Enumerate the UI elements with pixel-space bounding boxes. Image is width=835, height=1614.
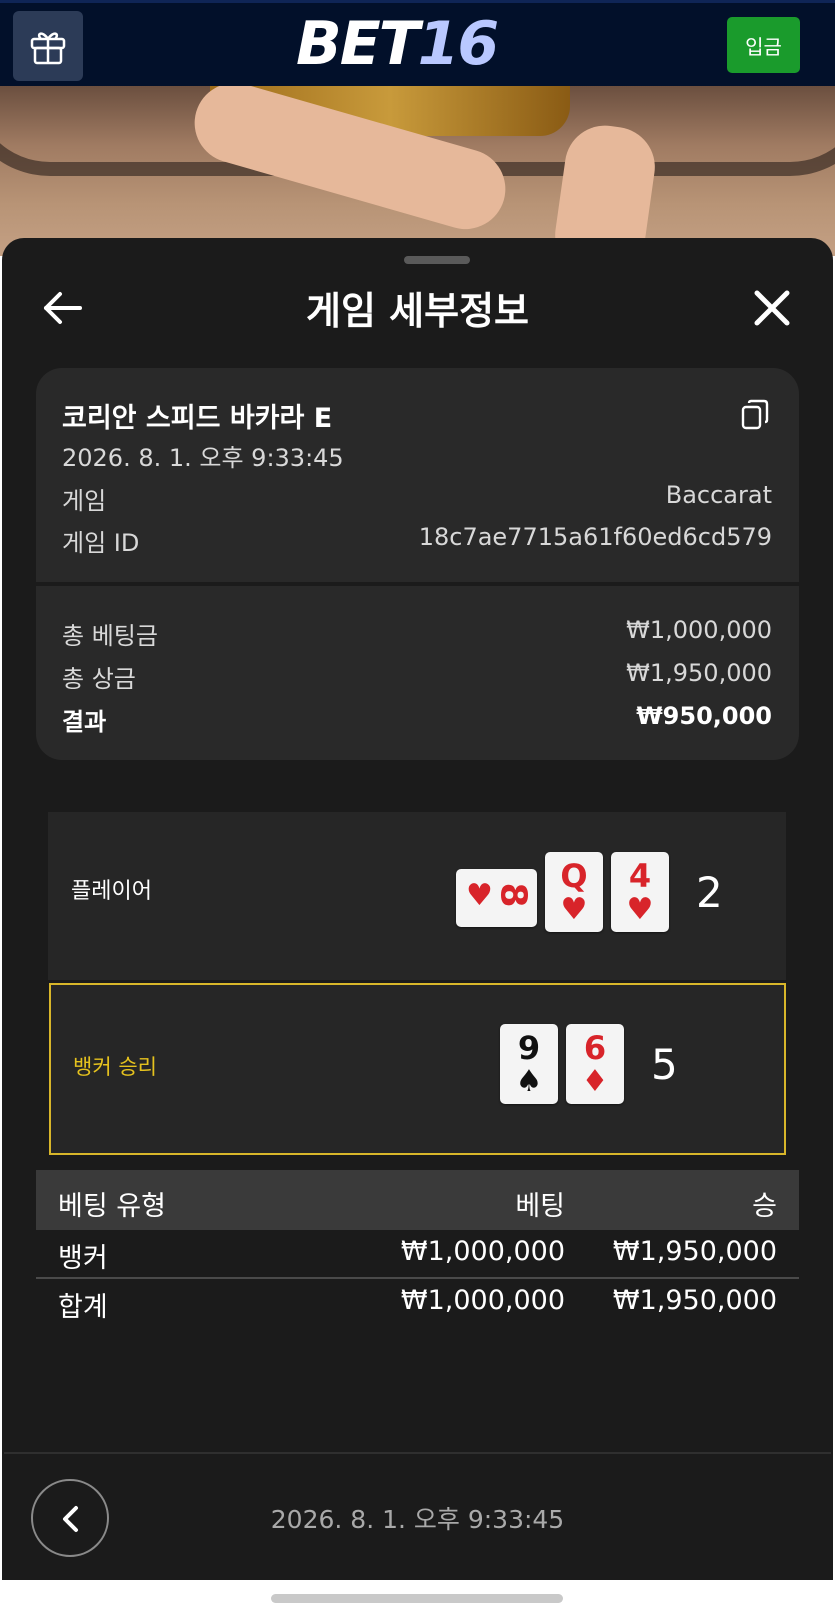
logo-part-bet: BET [296,9,420,79]
table-divider [36,1277,799,1279]
home-indicator[interactable] [271,1594,563,1603]
total-win-value: ₩1,950,000 [626,659,772,687]
game-type-value: Baccarat [665,481,772,509]
deposit-button[interactable]: 입금 [727,17,800,73]
total-row-win: ₩1,950,000 [612,1285,777,1316]
game-id-label: 게임 ID [62,529,140,557]
total-win-label: 총 상금 [62,665,136,693]
player-card-2: Q ♥ [545,852,603,932]
header-bet-type: 베팅 유형 [58,1191,166,1222]
game-table-name: 코리안 스피드 바카라 E [62,403,333,434]
top-bar: BET16 입금 [0,0,835,86]
total-bet-label: 총 베팅금 [62,622,158,650]
brand-logo[interactable]: BET16 [296,9,499,79]
banker-card-2-suit: ♦ [581,1064,609,1099]
banker-win-label: 뱅커 승리 [73,1055,157,1079]
banker-card-1-rank: 9 [517,1029,541,1067]
gift-icon [30,32,66,65]
sheet-drag-handle[interactable] [404,256,470,264]
live-video-background [0,86,835,256]
close-icon[interactable] [752,288,792,328]
player-card-3-suit: ♥ [626,892,654,927]
result-value: ₩950,000 [636,702,772,730]
sheet-title: 게임 세부정보 [306,289,529,333]
player-score: 2 [696,868,723,917]
bet-row-amount: ₩1,000,000 [400,1236,565,1267]
footer-divider [4,1452,831,1454]
result-label: 결과 [62,708,107,736]
player-card-1-rank: 8 [492,882,534,908]
header-win: 승 [752,1191,777,1222]
header-bet: 베팅 [515,1191,565,1222]
banker-card-2: 6 ♦ [566,1024,624,1104]
player-card-1-suit: ♥ [466,878,493,913]
banker-card-1: 9 ♠ [500,1024,558,1104]
gift-button[interactable] [13,11,83,81]
logo-part-number: 16 [417,9,499,79]
total-row-amount: ₩1,000,000 [400,1285,565,1316]
copy-icon[interactable] [740,398,770,432]
game-type-label: 게임 [62,487,107,515]
player-card-1: ♥ 8 [456,869,537,927]
footer-datetime: 2026. 8. 1. 오후 9:33:45 [270,1505,565,1534]
bet-row-type: 뱅커 [58,1243,108,1274]
banker-card-1-suit: ♠ [515,1064,543,1099]
player-hand-panel [48,812,786,980]
banker-score: 5 [651,1040,678,1089]
player-card-2-suit: ♥ [560,892,588,927]
total-bet-value: ₩1,000,000 [626,616,772,644]
banker-card-2-rank: 6 [583,1029,607,1067]
game-id-value: 18c7ae7715a61f60ed6cd579 [418,523,772,551]
player-card-3-rank: 4 [628,857,652,895]
player-card-2-rank: Q [560,857,588,895]
player-hand-label: 플레이어 [71,879,152,904]
player-card-3: 4 ♥ [611,852,669,932]
bet-row-win: ₩1,950,000 [612,1236,777,1267]
game-datetime: 2026. 8. 1. 오후 9:33:45 [62,444,344,472]
total-row-type: 합계 [58,1292,108,1323]
